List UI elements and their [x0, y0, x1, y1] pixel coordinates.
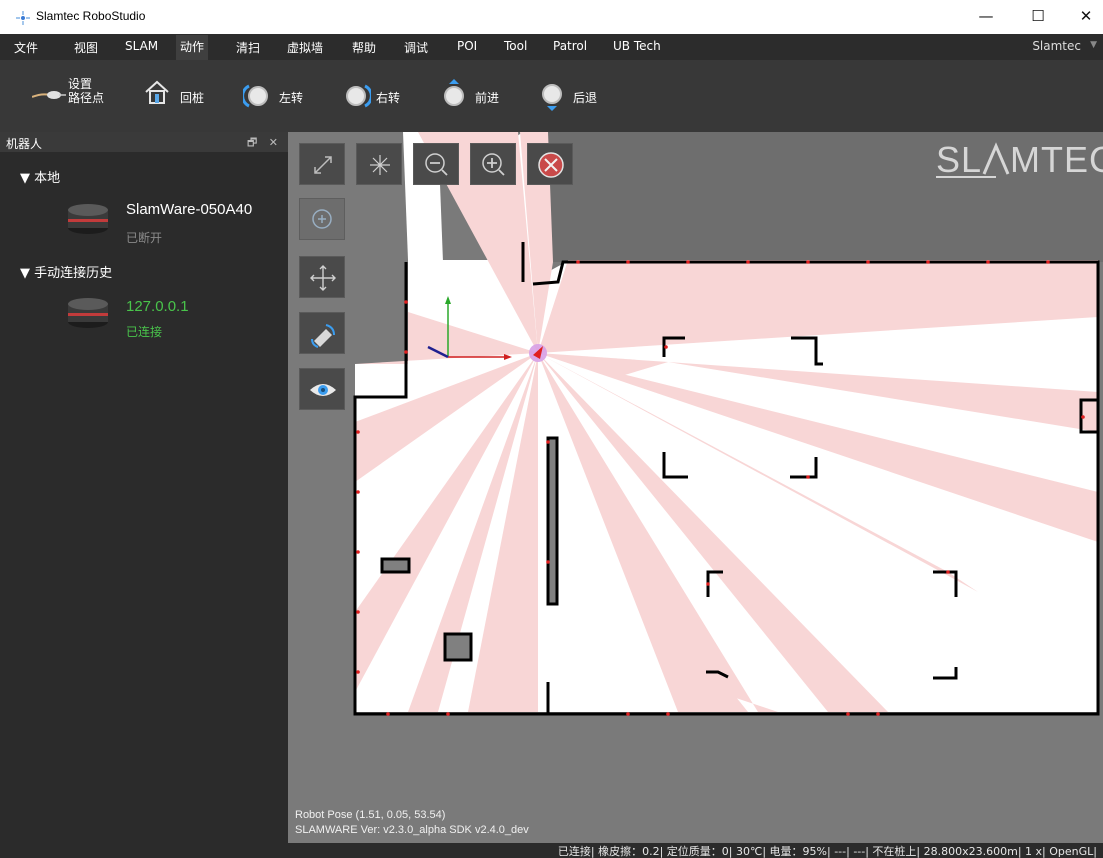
turn-left-label: 左转	[279, 91, 304, 105]
forward-button[interactable]: 前进	[441, 60, 511, 132]
zoom-in-icon	[482, 153, 505, 176]
menu-poi[interactable]: POI	[457, 39, 477, 53]
turn-left-icon	[241, 83, 271, 112]
action-toolbar: 设置 路径点 回桩 左转 右转 前进 后退	[0, 60, 1103, 132]
center-icon	[370, 155, 390, 175]
menu-ub-tech[interactable]: UB Tech	[613, 39, 661, 53]
zoom-in-button[interactable]	[470, 143, 516, 185]
menu-virtual-wall[interactable]: 虚拟墙	[287, 39, 323, 56]
menu-tool[interactable]: Tool	[504, 39, 527, 53]
user-menu[interactable]: Slamtec	[1032, 39, 1081, 53]
robot-address: 127.0.0.1	[126, 298, 189, 315]
expand-icon	[314, 156, 332, 174]
set-path-label-1: 设置	[68, 77, 93, 91]
dock-button[interactable]: 回桩	[144, 60, 210, 132]
center-robot-button[interactable]	[356, 143, 402, 185]
svg-text:MTEC: MTEC	[1010, 140, 1103, 180]
backward-label: 后退	[573, 91, 598, 105]
local-section-toggle[interactable]: ▼ 本地	[20, 167, 60, 186]
relocate-button[interactable]	[299, 312, 345, 354]
panel-header: 机器人 🗗 ✕	[0, 132, 288, 152]
panel-float-close-buttons[interactable]: 🗗 ✕	[247, 134, 282, 153]
menu-patrol[interactable]: Patrol	[553, 39, 587, 53]
minimize-button[interactable]: —	[969, 4, 1003, 28]
sdk-version-readout: SLAMWARE Ver: v2.3.0_alpha SDK v2.4.0_de…	[295, 824, 529, 836]
close-window-button[interactable]: ✕	[1069, 4, 1103, 28]
status-bar: 已连接| 橡皮擦：0.2| 定位质量：0| 30℃| 电量：95%| ---| …	[0, 843, 1103, 858]
relocate-icon	[311, 324, 335, 348]
slamtec-watermark-logo: SL MTEC	[936, 139, 1103, 189]
app-logo-icon	[15, 10, 31, 26]
zoom-fit-icon	[312, 209, 332, 229]
menu-slam[interactable]: SLAM	[125, 39, 158, 53]
turn-right-icon	[343, 83, 373, 112]
forward-icon	[441, 78, 467, 111]
menu-bar: 文件 视图 SLAM 动作 清扫 虚拟墙 帮助 调试 POI Tool Patr…	[0, 34, 1103, 60]
robot-position-marker	[529, 344, 547, 362]
move-map-button[interactable]	[299, 256, 345, 298]
zoom-fit-button[interactable]	[299, 198, 345, 240]
menu-clean[interactable]: 清扫	[236, 39, 260, 56]
robot-panel: 机器人 🗗 ✕ ▼ 本地 SlamWare-050A40 已断开 ▼ 手动连接历…	[0, 132, 288, 843]
chevron-down-icon[interactable]: ▼	[1090, 40, 1097, 50]
panel-title: 机器人	[6, 137, 43, 151]
backward-icon	[539, 80, 565, 117]
view-toggle-button[interactable]	[299, 368, 345, 410]
menu-action[interactable]: 动作	[176, 35, 209, 60]
robot-pose-readout: Robot Pose (1.51, 0.05, 53.54)	[295, 809, 446, 821]
menu-file[interactable]: 文件	[14, 39, 38, 56]
clear-map-button[interactable]	[527, 143, 573, 185]
menu-help[interactable]: 帮助	[352, 39, 376, 56]
zoom-out-icon	[425, 153, 448, 176]
turn-right-label: 右转	[376, 91, 401, 105]
svg-text:SL: SL	[936, 140, 982, 180]
path-point-icon	[31, 88, 66, 105]
robot-name: SlamWare-050A40	[126, 201, 253, 218]
history-section-toggle[interactable]: ▼ 手动连接历史	[20, 262, 112, 281]
view-icon	[310, 384, 336, 396]
maximize-button[interactable]: ☐	[1021, 4, 1055, 28]
set-path-label-2: 路径点	[68, 91, 105, 105]
robot-device-icon	[66, 296, 110, 330]
menu-view[interactable]: 视图	[74, 39, 98, 56]
robostudio-window: Slamtec RoboStudio — ☐ ✕ 文件 视图 SLAM 动作 清…	[0, 0, 1103, 858]
menu-debug[interactable]: 调试	[404, 39, 428, 56]
zoom-out-button[interactable]	[413, 143, 459, 185]
window-title: Slamtec RoboStudio	[36, 9, 146, 23]
expand-map-button[interactable]	[299, 143, 345, 185]
robot-device-icon	[66, 202, 110, 236]
backward-button[interactable]: 后退	[539, 60, 609, 132]
title-bar: Slamtec RoboStudio — ☐ ✕	[0, 0, 1103, 34]
status-text: 已连接| 橡皮擦：0.2| 定位质量：0| 30℃| 电量：95%| ---| …	[557, 845, 1097, 858]
move-icon	[310, 265, 336, 291]
robot-status: 已断开	[126, 231, 163, 245]
forward-label: 前进	[475, 91, 500, 105]
turn-left-button[interactable]: 左转	[241, 60, 313, 132]
map-canvas[interactable]: SL MTEC Robot Pose (1.51, 0.05, 53.54) S…	[288, 132, 1103, 843]
turn-right-button[interactable]: 右转	[343, 60, 413, 132]
clear-icon	[538, 152, 564, 178]
dock-label: 回桩	[180, 91, 205, 105]
home-dock-icon	[144, 80, 170, 107]
robot-status: 已连接	[126, 325, 163, 339]
occupancy-map	[288, 132, 1103, 843]
set-path-button[interactable]: 设置 路径点	[28, 60, 118, 132]
